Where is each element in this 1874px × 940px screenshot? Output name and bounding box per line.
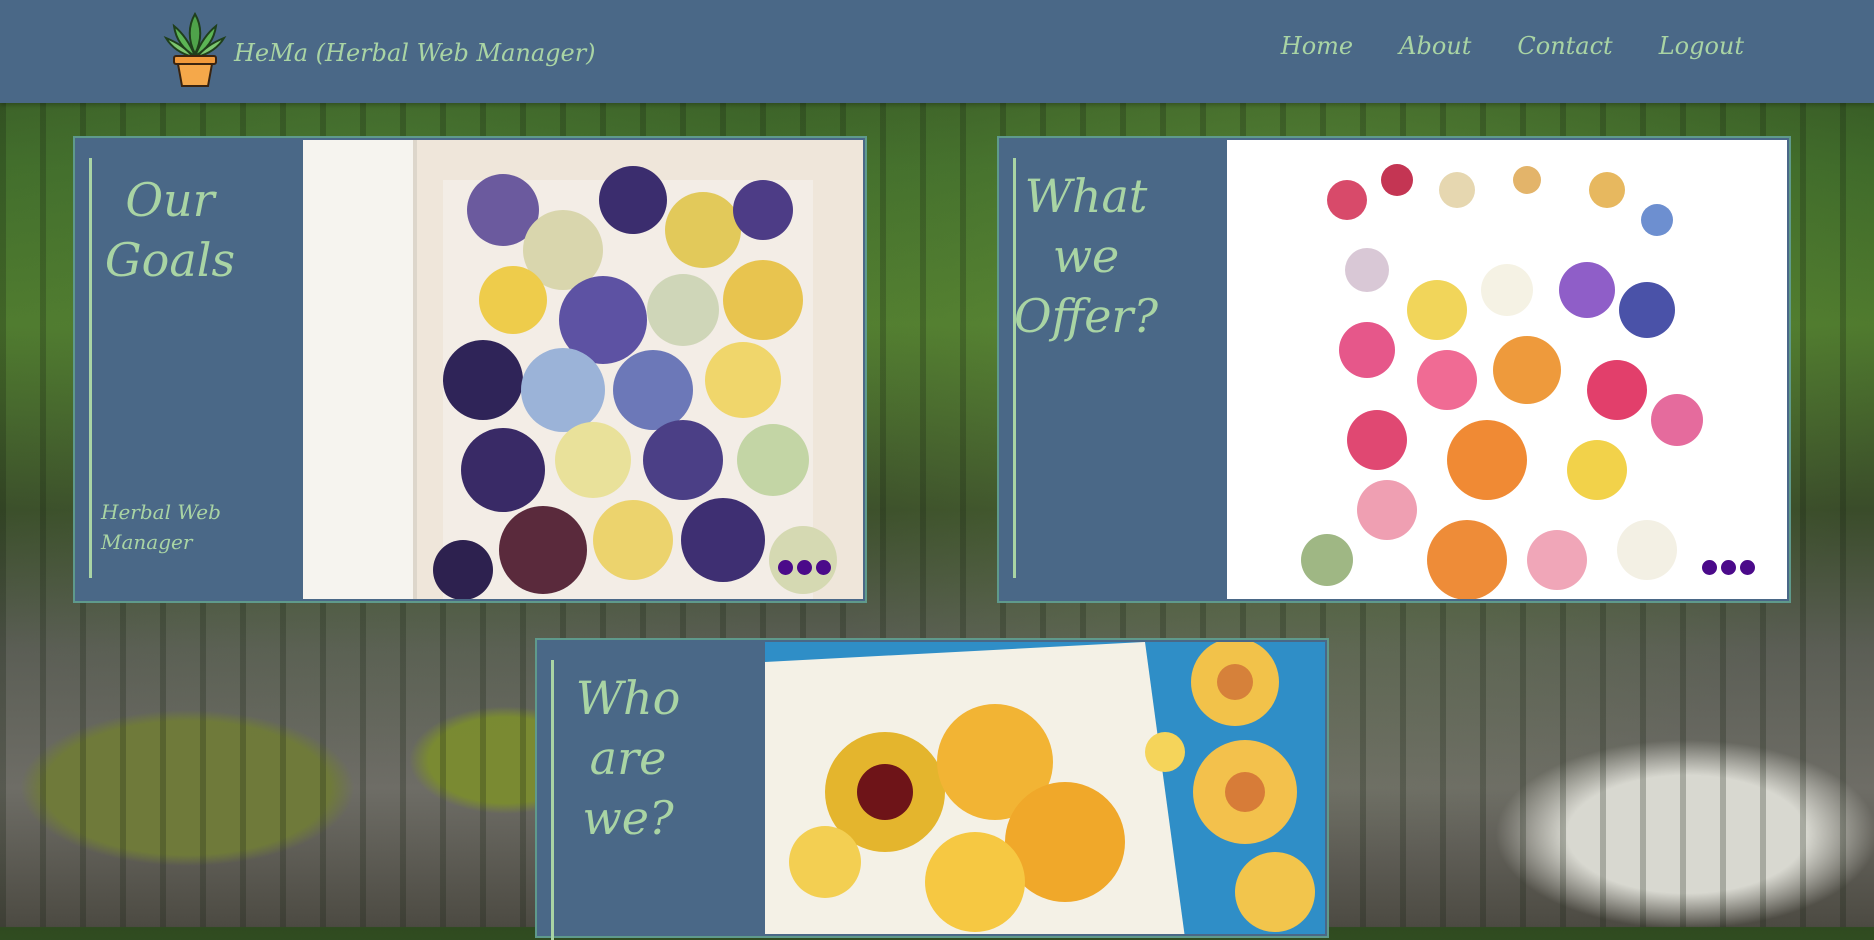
brand-name[interactable]: HeMa (Herbal Web Manager) — [234, 39, 596, 67]
card-text-panel: Our Goals Herbal Web Manager — [75, 138, 303, 601]
nav-home[interactable]: Home — [1281, 32, 1353, 60]
card-our-goals[interactable]: Our Goals Herbal Web Manager — [73, 136, 867, 603]
accent-line — [89, 158, 92, 578]
more-options-icon[interactable] — [1702, 560, 1755, 575]
pressed-yellow-flowers-photo — [765, 642, 1325, 934]
card-title: Our Goals — [104, 173, 236, 287]
pressed-wildflowers-photo — [1227, 140, 1787, 599]
card-what-we-offer[interactable]: What we Offer? — [997, 136, 1791, 603]
card-subtitle: Herbal Web Manager — [101, 500, 221, 554]
more-options-icon[interactable] — [778, 560, 831, 575]
card-who-are-we[interactable]: Who are we? — [535, 638, 1329, 940]
nav-about[interactable]: About — [1399, 32, 1471, 60]
potted-plant-icon — [163, 12, 227, 87]
card-text-panel: What we Offer? — [999, 138, 1227, 601]
site-header: HeMa (Herbal Web Manager) Home About Con… — [0, 0, 1874, 103]
nav-logout[interactable]: Logout — [1659, 32, 1744, 60]
pressed-pansies-photo — [303, 140, 863, 599]
nav-contact[interactable]: Contact — [1517, 32, 1612, 60]
logo[interactable]: HeMa (Herbal Web Manager) — [162, 8, 596, 88]
main-nav: Home About Contact Logout — [1281, 32, 1744, 60]
card-title: What we Offer? — [1013, 169, 1159, 343]
card-text-panel: Who are we? — [537, 640, 765, 940]
card-title: Who are we? — [575, 671, 681, 845]
